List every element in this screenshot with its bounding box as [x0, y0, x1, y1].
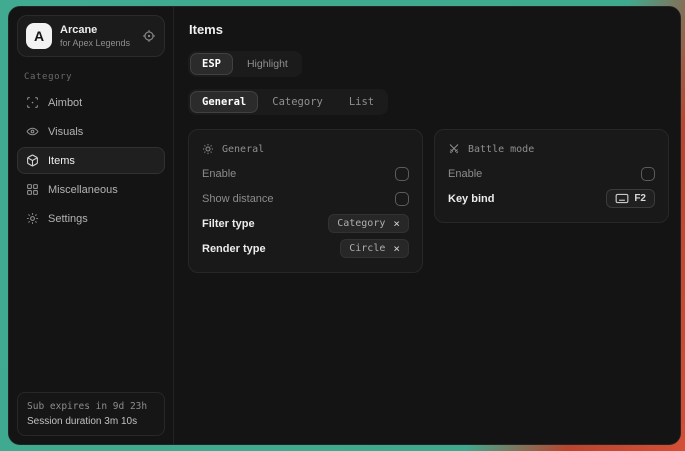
setting-label: Filter type — [202, 218, 255, 230]
remove-icon[interactable]: × — [393, 243, 400, 254]
sub-expires-text: Sub expires in 9d 23h — [27, 401, 155, 412]
key-bind-value: F2 — [634, 193, 646, 204]
setting-label: Show distance — [202, 193, 274, 205]
grid-icon — [26, 183, 39, 196]
battle-mode-card: Battle mode Enable Key bind — [434, 129, 669, 223]
subscription-info-card: Sub expires in 9d 23h Session duration 3… — [17, 392, 165, 436]
sidebar-section-label: Category — [24, 72, 158, 82]
tab-general[interactable]: General — [190, 91, 258, 113]
setting-row-filter-type: Filter type Category × — [202, 211, 409, 236]
sidebar-item-label: Settings — [48, 213, 88, 225]
setting-label: Render type — [202, 243, 266, 255]
eye-icon — [26, 125, 39, 138]
tab-list[interactable]: List — [337, 91, 386, 113]
settings-cards: General Enable Show distance Filter type… — [188, 129, 669, 273]
key-bind-button[interactable]: F2 — [606, 189, 655, 208]
mode-tab-group: ESP Highlight — [188, 51, 302, 77]
session-duration-text: Session duration 3m 10s — [27, 416, 155, 427]
battle-mode-card-title: Battle mode — [468, 144, 534, 155]
sidebar-item-items[interactable]: Items — [17, 147, 165, 174]
tab-esp[interactable]: ESP — [190, 53, 233, 75]
package-icon — [26, 154, 39, 167]
setting-row-render-type: Render type Circle × — [202, 236, 409, 261]
general-card: General Enable Show distance Filter type… — [188, 129, 423, 273]
brand-subtitle: for Apex Legends — [60, 38, 130, 48]
main-content: Items ESP Highlight General Category Lis… — [174, 7, 681, 444]
render-type-tag[interactable]: Circle × — [340, 239, 409, 258]
swords-icon — [448, 143, 460, 155]
page-title: Items — [189, 22, 669, 37]
brand-text: Arcane for Apex Legends — [60, 24, 130, 48]
tab-category[interactable]: Category — [260, 91, 335, 113]
setting-row-show-distance: Show distance — [202, 186, 409, 211]
setting-label: Key bind — [448, 193, 494, 205]
sidebar: A Arcane for Apex Legends Category — [9, 7, 174, 444]
crosshair-icon — [26, 96, 39, 109]
sidebar-item-miscellaneous[interactable]: Miscellaneous — [17, 176, 165, 203]
sidebar-item-visuals[interactable]: Visuals — [17, 118, 165, 145]
enable-checkbox[interactable] — [395, 167, 409, 181]
brand-card: A Arcane for Apex Legends — [17, 15, 165, 57]
brand-title: Arcane — [60, 24, 130, 36]
keyboard-icon — [615, 193, 629, 204]
sun-icon — [202, 143, 214, 155]
general-card-header: General — [202, 143, 409, 155]
setting-label: Enable — [202, 168, 236, 180]
gear-icon — [26, 212, 39, 225]
sidebar-item-label: Visuals — [48, 126, 83, 138]
app-window: A Arcane for Apex Legends Category — [8, 6, 681, 445]
render-type-value: Circle — [349, 243, 385, 254]
general-card-title: General — [222, 144, 264, 155]
sidebar-nav: Aimbot Visuals Items — [17, 89, 165, 232]
sidebar-item-label: Aimbot — [48, 97, 82, 109]
filter-type-tag[interactable]: Category × — [328, 214, 409, 233]
sidebar-item-label: Items — [48, 155, 75, 167]
target-icon[interactable] — [142, 29, 156, 43]
filter-type-value: Category — [337, 218, 385, 229]
sidebar-item-settings[interactable]: Settings — [17, 205, 165, 232]
show-distance-checkbox[interactable] — [395, 192, 409, 206]
setting-row-key-bind: Key bind F2 — [448, 186, 655, 211]
sub-tab-group: General Category List — [188, 89, 388, 115]
tab-highlight[interactable]: Highlight — [235, 53, 300, 75]
setting-label: Enable — [448, 168, 482, 180]
sidebar-item-label: Miscellaneous — [48, 184, 118, 196]
battle-enable-checkbox[interactable] — [641, 167, 655, 181]
remove-icon[interactable]: × — [393, 218, 400, 229]
battle-mode-card-header: Battle mode — [448, 143, 655, 155]
setting-row-battle-enable: Enable — [448, 161, 655, 186]
sidebar-item-aimbot[interactable]: Aimbot — [17, 89, 165, 116]
setting-row-enable: Enable — [202, 161, 409, 186]
app-logo: A — [26, 23, 52, 49]
